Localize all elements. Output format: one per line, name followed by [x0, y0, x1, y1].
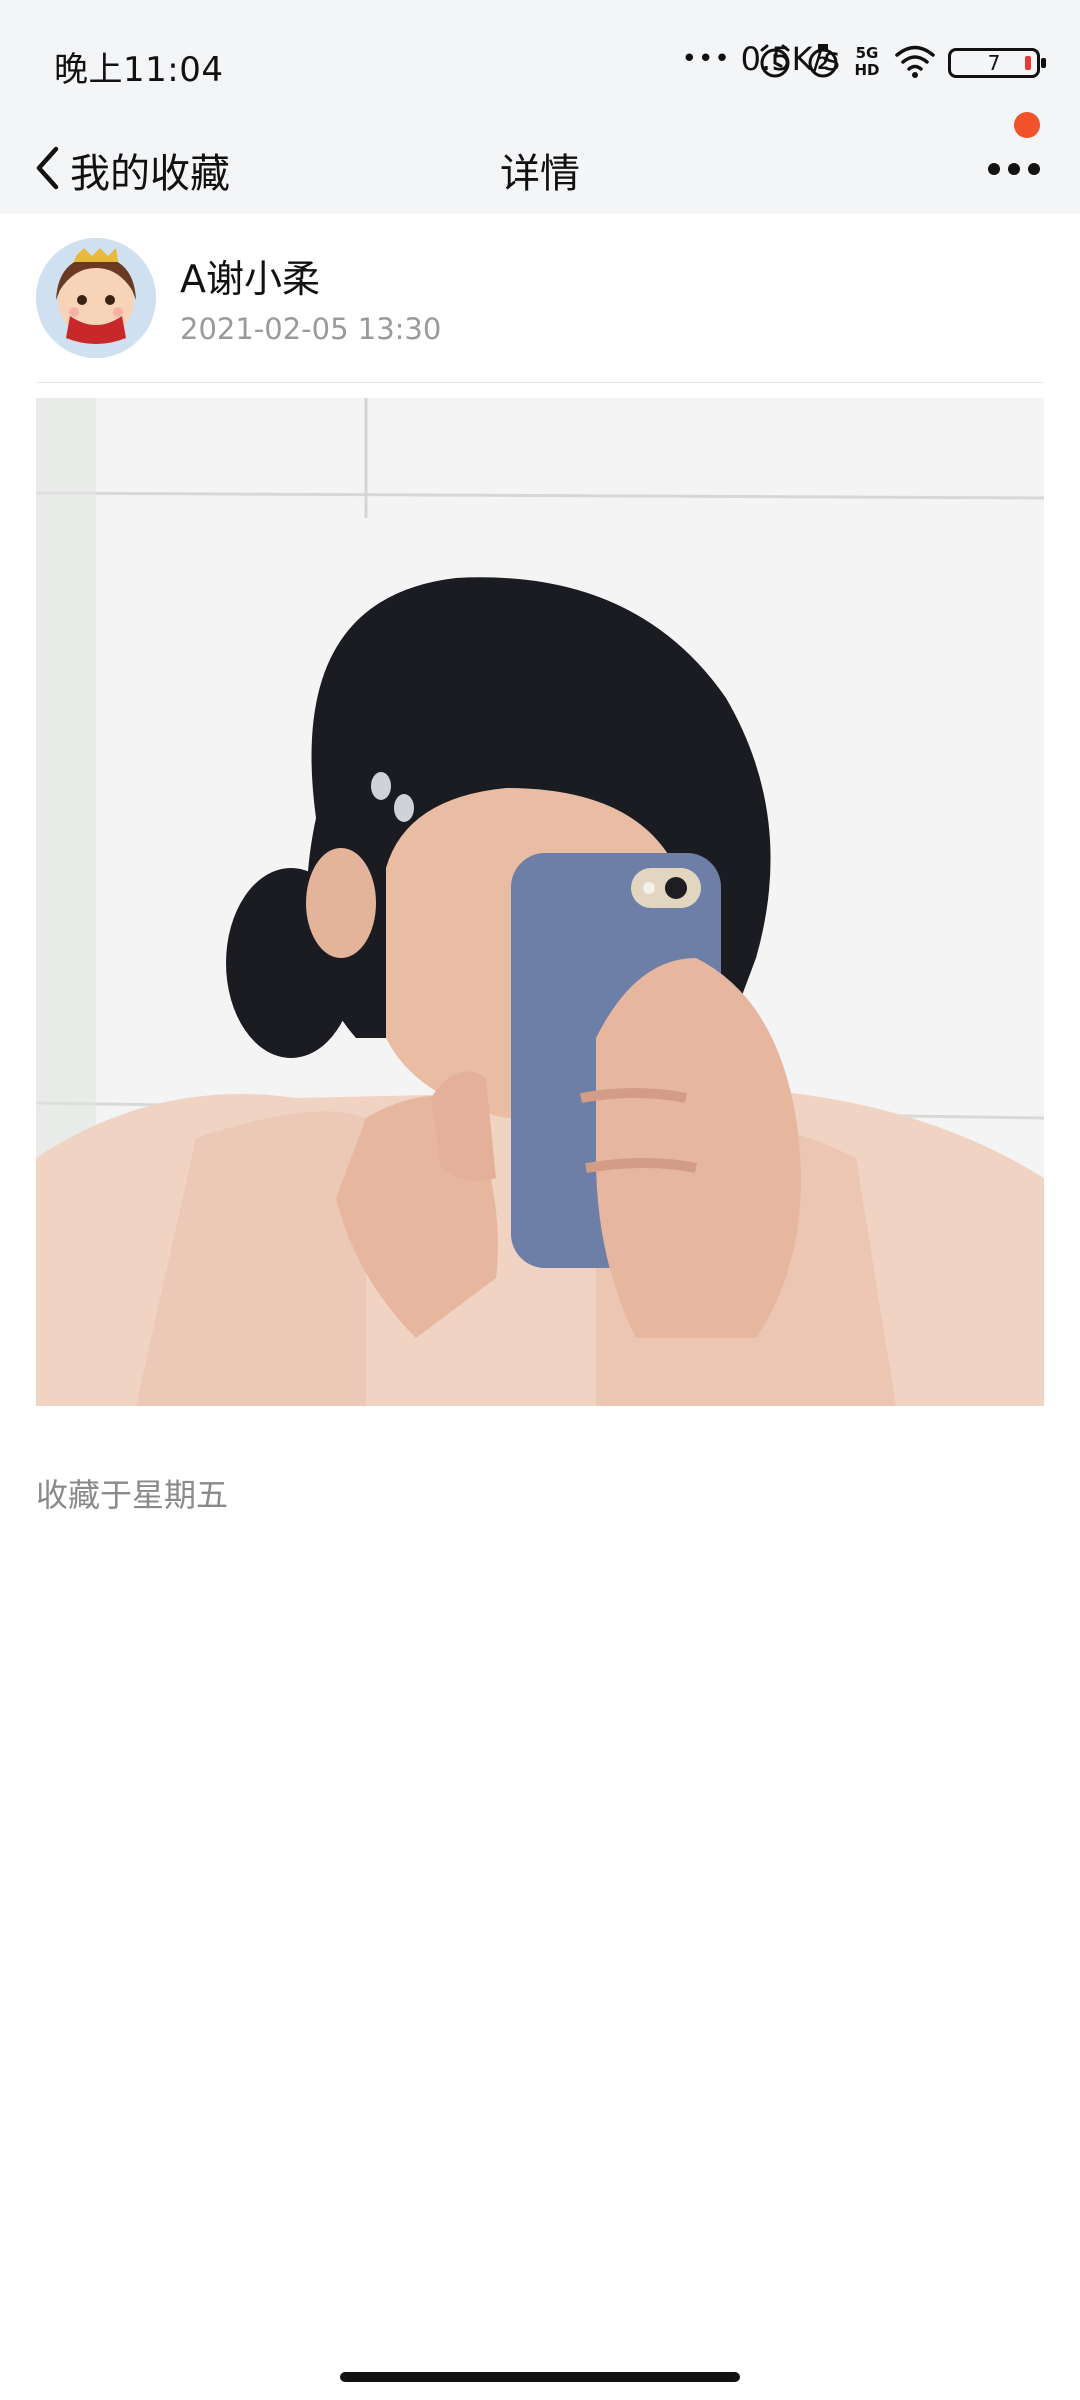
post-timestamp: 2021-02-05 13:30: [180, 312, 442, 346]
5g-hd-icon: 5G HD: [852, 42, 882, 84]
more-dots-icon: •••: [681, 44, 731, 74]
battery-level-bar: [1025, 56, 1031, 70]
battery-icon: 7: [948, 48, 1046, 78]
nav-bar: 详情 我的收藏: [0, 112, 1080, 214]
battery-level-text: 7: [987, 51, 1001, 75]
saved-note: 收藏于星期五: [36, 1476, 229, 1514]
notification-dot: [1014, 112, 1040, 138]
status-bar: 晚上11:04 ••• 0.5K/s 2 5G HD 7: [0, 0, 1080, 126]
author-name[interactable]: A谢小柔: [180, 248, 320, 303]
post-header: A谢小柔 2021-02-05 13:30: [36, 234, 1044, 383]
avatar[interactable]: [36, 238, 156, 358]
status-icons: 2 5G HD 7: [756, 42, 1046, 84]
status-time: 晚上11:04: [54, 50, 224, 90]
svg-text:2: 2: [817, 54, 829, 74]
back-label: 我的收藏: [70, 151, 230, 197]
svg-text:5G: 5G: [856, 44, 879, 62]
wifi-icon: [894, 43, 936, 83]
svg-text:HD: HD: [854, 61, 879, 79]
sim2-icon: 2: [806, 42, 840, 84]
alarm-icon: [756, 42, 794, 84]
home-indicator[interactable]: [340, 2372, 740, 2382]
post-photo[interactable]: [36, 398, 1044, 1406]
back-button[interactable]: 我的收藏: [34, 126, 230, 214]
chevron-left-icon: [34, 145, 60, 195]
more-button[interactable]: [974, 112, 1054, 214]
more-horizontal-icon: [987, 161, 1041, 180]
